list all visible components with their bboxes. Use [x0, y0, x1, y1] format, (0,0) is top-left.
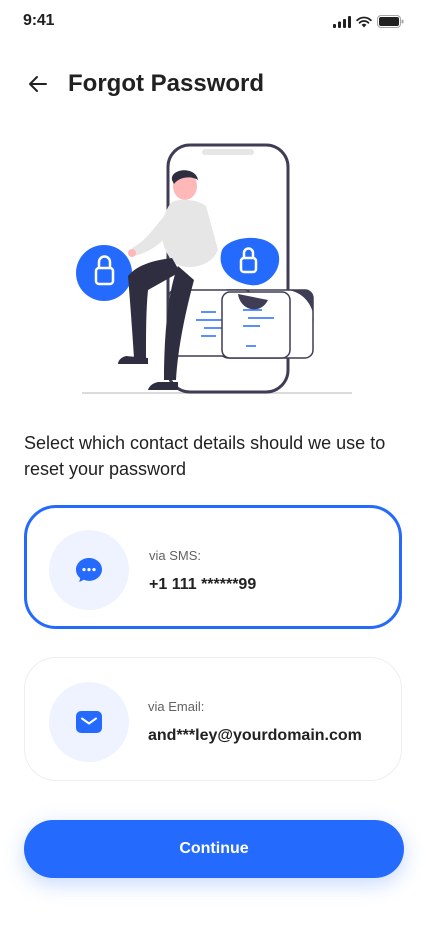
header: Forgot Password [0, 64, 428, 104]
page-title: Forgot Password [68, 70, 265, 97]
email-icon-wrap [49, 682, 129, 762]
email-option-value: and***ley@yourdomain.com [148, 727, 362, 744]
instructions-text: Select which contact details should we u… [24, 433, 386, 479]
mail-icon [76, 711, 102, 733]
chat-bubble-icon [76, 558, 102, 582]
arrow-left-icon [29, 76, 47, 92]
sms-option-value: +1 111 ******99 [149, 576, 257, 593]
sms-option-label: via SMS: [149, 548, 202, 563]
wifi-icon [356, 16, 372, 27]
status-bar: 9:41 [0, 0, 428, 44]
status-icons [333, 15, 404, 28]
continue-button[interactable]: Continue [24, 820, 404, 878]
email-option-label: via Email: [148, 699, 205, 714]
back-button[interactable] [24, 70, 52, 98]
battery-icon [377, 15, 404, 28]
sms-option-card[interactable]: via SMS: +1 111 ******99 [24, 505, 402, 629]
status-time: 9:41 [23, 12, 55, 29]
email-option-card[interactable]: via Email: and***ley@yourdomain.com [24, 657, 402, 781]
sms-icon-wrap [49, 530, 129, 610]
signal-icon [333, 15, 351, 28]
forgot-password-illustration [70, 140, 360, 400]
